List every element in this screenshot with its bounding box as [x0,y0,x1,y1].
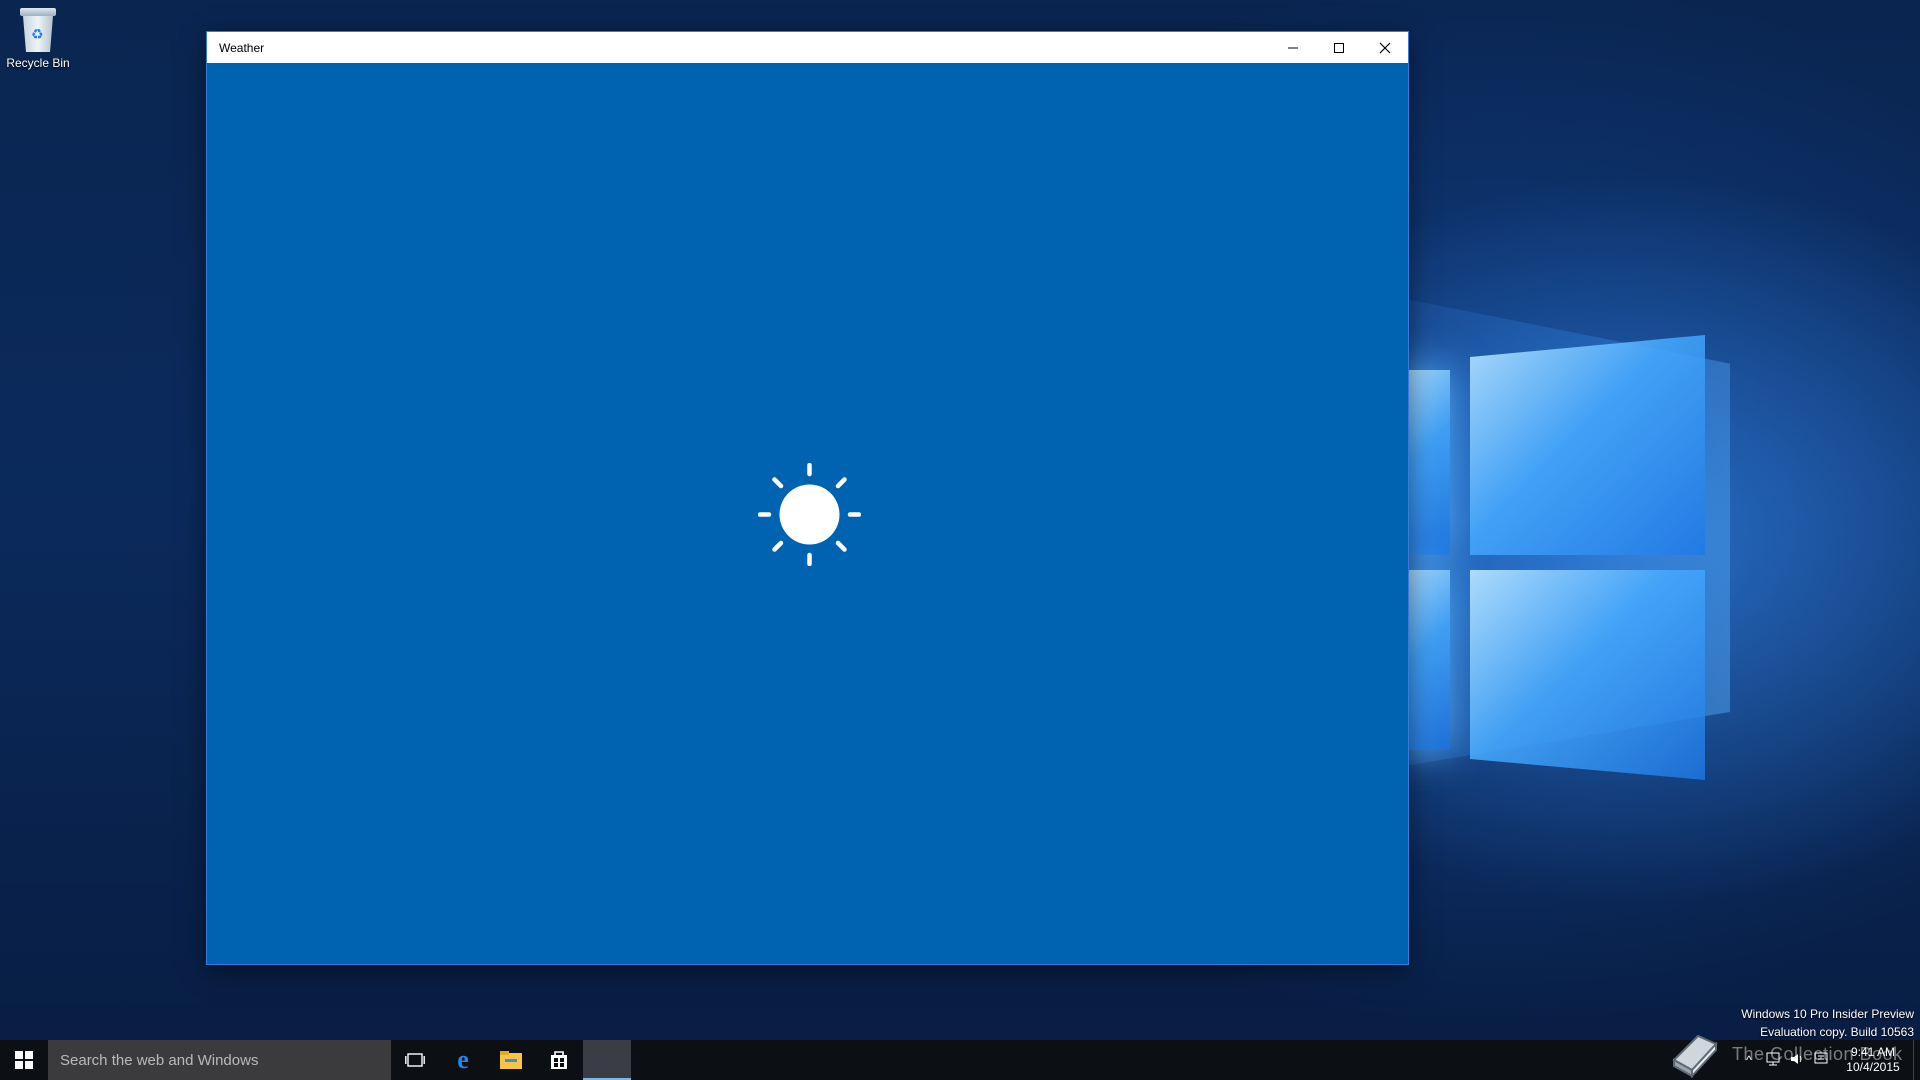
book-logo-icon [1672,1034,1718,1078]
file-explorer-button[interactable] [487,1040,535,1080]
edge-button[interactable]: e [439,1040,487,1080]
recycle-bin-label: Recycle Bin [6,56,70,70]
search-placeholder: Search the web and Windows [60,1051,259,1069]
task-view-icon [405,1053,425,1067]
minimize-icon [1288,47,1298,48]
svg-text:e: e [457,1048,469,1072]
taskbar: Search the web and Windows e ^ 9:41 AM 1… [0,1040,1920,1080]
start-button[interactable] [0,1040,48,1080]
sun-icon [758,463,861,566]
weather-window: Weather [207,32,1408,964]
window-titlebar[interactable]: Weather [207,32,1408,63]
show-desktop-button[interactable] [1913,1040,1920,1080]
store-button[interactable] [535,1040,583,1080]
watermark-build: Evaluation copy. Build 10563 [1760,1025,1914,1039]
maximize-button[interactable] [1316,32,1362,63]
window-title: Weather [219,40,265,55]
edge-icon: e [457,1048,469,1072]
search-box[interactable]: Search the web and Windows [48,1040,391,1080]
close-button[interactable] [1362,32,1408,63]
recycle-bin-desktop-icon[interactable]: ♻ Recycle Bin [4,8,72,70]
maximize-icon [1334,42,1344,53]
wallpaper-windows-logo [1395,335,1715,785]
file-explorer-icon [500,1051,522,1069]
recycle-bin-icon: ♻ [18,8,58,52]
watermark-edition: Windows 10 Pro Insider Preview [1741,1007,1914,1021]
overlay-watermark-text: The Collection Book [1732,1044,1903,1064]
caption-buttons [1270,32,1408,63]
close-icon [1379,42,1391,53]
windows-start-icon [15,1051,33,1069]
minimize-button[interactable] [1270,32,1316,63]
store-icon [551,1051,567,1069]
weather-app-taskbar-button[interactable] [583,1040,631,1080]
task-view-button[interactable] [391,1040,439,1080]
build-watermark: Windows 10 Pro Insider Preview Evaluatio… [1741,1005,1914,1041]
weather-splash-screen [207,63,1408,964]
